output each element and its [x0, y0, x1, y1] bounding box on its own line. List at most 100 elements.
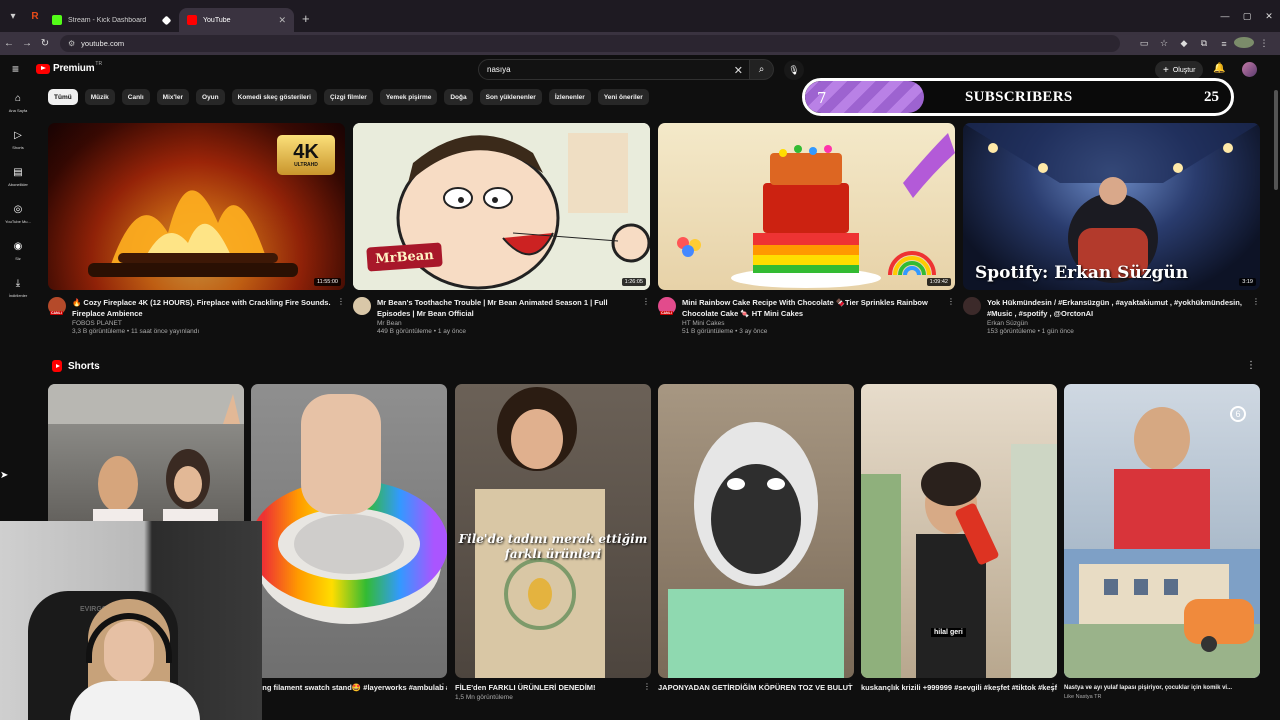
guide-item[interactable]: ▤ Abonelikler	[0, 164, 36, 201]
short-thumbnail[interactable]: hilal geri	[861, 384, 1057, 678]
shorts-more-icon[interactable]: ⋮	[1246, 360, 1256, 371]
more-options-icon[interactable]: ⋮	[1049, 682, 1057, 691]
browser-tab-bar: ▾ R Stream - Kick Dashboard YouTube ✕ + …	[0, 0, 1280, 32]
video-thumbnail[interactable]: Spotify: Erkan Süzgün 3:19	[963, 123, 1260, 290]
thumbnail-overlay-text: File'de tadını merak ettiğim farklı ürün…	[458, 532, 648, 561]
close-window-icon[interactable]: ✕	[1258, 11, 1280, 22]
page-scrollbar[interactable]	[1274, 90, 1278, 190]
browser-menu-icon[interactable]: ⋮	[1254, 38, 1274, 49]
guide-item[interactable]: ◎ YouTube Mu...	[0, 201, 36, 238]
search-input[interactable]: nasıya ✕	[478, 59, 750, 80]
filter-chip[interactable]: Canlı	[121, 89, 150, 105]
opera-icon[interactable]: R	[26, 7, 44, 25]
menu-lines-icon[interactable]: ≡	[1214, 39, 1234, 49]
channel-avatar[interactable]	[963, 297, 981, 315]
guide-item[interactable]: ⤓ İndirilenler	[0, 275, 36, 312]
video-card[interactable]: MrBean 1:26:05 Mr Bean's Toothache Troub…	[353, 123, 650, 335]
video-card[interactable]: Spotify: Erkan Süzgün 3:19 Yok Hükmündes…	[963, 123, 1260, 335]
profile-icon[interactable]	[1234, 37, 1254, 50]
channel-name[interactable]: HT Mini Cakes	[682, 320, 941, 327]
tab-pinned[interactable]	[159, 8, 179, 32]
site-info-icon[interactable]: ⚙	[68, 39, 75, 48]
guide-item[interactable]: ⌂ Ana Sayfa	[0, 90, 36, 127]
video-title[interactable]: 🔥 Cozy Fireplace 4K (12 HOURS). Fireplac…	[72, 297, 331, 319]
more-options-icon[interactable]: ⋮	[337, 297, 345, 306]
youtube-premium-logo[interactable]: Premium TR	[36, 61, 102, 74]
more-options-icon[interactable]: ⋮	[643, 682, 651, 691]
filter-chip[interactable]: İzlenenler	[548, 89, 591, 105]
short-title[interactable]: kuskançlık krizili +999999 #sevgili #keş…	[861, 683, 1057, 693]
create-button[interactable]: + Oluştur	[1155, 61, 1204, 79]
short-title[interactable]: JAPONYADAN GETİRDİĞİM KÖPÜREN TOZ VE BUL…	[658, 683, 854, 693]
shorts-title: Shorts	[68, 360, 100, 372]
hamburger-menu-icon[interactable]: ≡	[12, 63, 24, 75]
guide-item[interactable]: ▷ Shorts	[0, 127, 36, 164]
short-card[interactable]: JAPONYADAN GETİRDİĞİM KÖPÜREN TOZ VE BUL…	[658, 384, 854, 693]
search-icon: ⌕	[758, 64, 765, 75]
close-tab-icon[interactable]: ✕	[278, 15, 286, 26]
shorts-section-header: Shorts	[52, 360, 100, 372]
short-thumbnail[interactable]	[251, 384, 447, 678]
maximize-icon[interactable]: ▢	[1236, 11, 1258, 22]
back-icon[interactable]: ←	[0, 38, 18, 49]
bookmark-star-icon[interactable]: ☆	[1154, 38, 1174, 49]
reload-icon[interactable]: ↻	[36, 38, 54, 49]
filter-chip[interactable]: Doğa	[444, 89, 473, 105]
tab-kick-dashboard[interactable]: Stream - Kick Dashboard	[44, 8, 159, 32]
address-bar: ← → ↻ ⚙ youtube.com ▭ ☆ ◆ ⧉ ≡ ⋮	[0, 32, 1280, 55]
video-title[interactable]: Mini Rainbow Cake Recipe With Chocolate …	[682, 297, 941, 319]
more-options-icon[interactable]: ⋮	[846, 682, 854, 691]
more-options-icon[interactable]: ⋮	[642, 297, 650, 306]
channel-name[interactable]: Mr Bean	[377, 320, 636, 327]
rainbow-sticker	[887, 247, 937, 276]
filter-chip[interactable]: Çizgi filmler	[323, 89, 373, 105]
notifications-bell-icon[interactable]: 🔔	[1213, 63, 1225, 74]
video-thumbnail[interactable]: 4K ULTRAHD 11:55:00	[48, 123, 345, 290]
short-thumbnail[interactable]: File'de tadını merak ettiğim farklı ürün…	[455, 384, 651, 678]
filter-chip[interactable]: Tümü	[48, 89, 78, 105]
voice-search-button[interactable]: 🎙	[784, 60, 804, 80]
search-button[interactable]: ⌕	[750, 59, 774, 80]
short-card[interactable]: 6 Nastya ve ayı yulaf lapası pişiriyor, …	[1064, 384, 1260, 700]
short-title[interactable]: FİLE'den FARKLI ÜRÜNLERİ DENEDİM!	[455, 683, 651, 693]
more-options-icon[interactable]: ⋮	[947, 297, 955, 306]
extension-icon[interactable]: ◆	[1174, 38, 1194, 49]
cast-icon[interactable]: ▭	[1134, 38, 1154, 49]
video-thumbnail[interactable]: 1:09:42	[658, 123, 955, 290]
filter-chip[interactable]: Oyun	[196, 89, 225, 105]
forward-icon[interactable]: →	[18, 38, 36, 49]
minimize-icon[interactable]: —	[1214, 11, 1236, 21]
filter-chip[interactable]: Son yüklenenler	[479, 89, 542, 105]
video-thumbnail[interactable]: MrBean 1:26:05	[353, 123, 650, 290]
channel-name[interactable]: FOBOS PLANET	[72, 320, 331, 327]
more-options-icon[interactable]: ⋮	[439, 682, 447, 691]
filter-chip[interactable]: Müzik	[84, 89, 115, 105]
video-title[interactable]: Yok Hükmündesin / #Erkansüzgün , #ayakta…	[987, 297, 1246, 319]
url-field[interactable]: ⚙ youtube.com	[60, 35, 1120, 52]
clear-search-icon[interactable]: ✕	[734, 64, 743, 77]
video-title[interactable]: Mr Bean's Toothache Trouble | Mr Bean An…	[377, 297, 636, 319]
short-thumbnail[interactable]: 6	[1064, 384, 1260, 678]
filter-chip[interactable]: Mix'ler	[156, 89, 190, 105]
short-card[interactable]: hilal geri kuskançlık krizili +999999 #s…	[861, 384, 1057, 693]
short-card[interactable]: tating filament swatch stand🤩 #layerwork…	[251, 384, 447, 693]
channel-avatar[interactable]	[353, 297, 371, 315]
puzzle-icon[interactable]: ⧉	[1194, 38, 1214, 49]
tab-search-icon[interactable]: ▾	[4, 7, 22, 25]
filter-chip[interactable]: Yeni öneriler	[597, 89, 649, 105]
short-title[interactable]: tating filament swatch stand🤩 #layerwork…	[251, 683, 447, 693]
short-views: 1,5 Mn görüntüleme	[455, 694, 513, 701]
filter-chip[interactable]: Yemek pişirme	[379, 89, 438, 105]
account-avatar[interactable]	[1242, 62, 1257, 77]
short-card[interactable]: File'de tadını merak ettiğim farklı ürün…	[455, 384, 651, 701]
channel-name[interactable]: Erkan Süzgün	[987, 320, 1246, 327]
guide-item[interactable]: ◉ Siz	[0, 238, 36, 275]
short-title[interactable]: Nastya ve ayı yulaf lapası pişiriyor, ço…	[1064, 683, 1260, 693]
short-thumbnail[interactable]	[658, 384, 854, 678]
video-card[interactable]: 1:09:42 CANLI Mini Rainbow Cake Recipe W…	[658, 123, 955, 335]
tab-youtube[interactable]: YouTube ✕	[179, 8, 294, 32]
new-tab-button[interactable]: +	[302, 11, 310, 26]
video-card[interactable]: 4K ULTRAHD 11:55:00 CANLI 🔥 Cozy Firepla…	[48, 123, 345, 335]
filter-chip[interactable]: Komedi skeç gösterileri	[231, 89, 317, 105]
more-options-icon[interactable]: ⋮	[1252, 297, 1260, 306]
